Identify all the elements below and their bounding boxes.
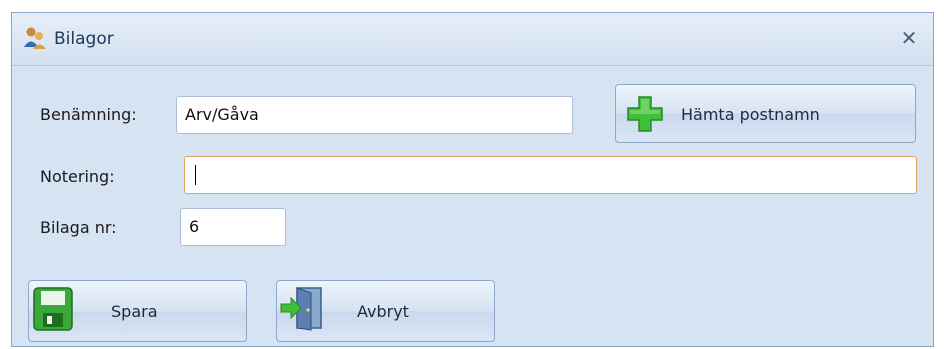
close-icon[interactable]: ✕ — [897, 26, 921, 50]
save-icon — [33, 287, 73, 335]
avbryt-label: Avbryt — [357, 302, 409, 321]
text-cursor — [195, 165, 196, 185]
notering-label: Notering: — [40, 167, 115, 186]
hamta-postnamn-button[interactable]: Hämta postnamn — [615, 84, 916, 143]
exit-door-icon — [279, 285, 325, 335]
hamta-postnamn-label: Hämta postnamn — [681, 105, 820, 124]
avbryt-button[interactable]: Avbryt — [276, 280, 495, 342]
plus-icon — [626, 95, 664, 137]
spara-label: Spara — [111, 302, 158, 321]
bilagor-dialog: Bilagor ✕ Benämning: Arv/Gåva Hämta post… — [11, 12, 934, 347]
benamning-label: Benämning: — [40, 105, 137, 124]
title-bar[interactable]: Bilagor ✕ — [12, 13, 933, 66]
window-title: Bilagor — [54, 29, 114, 49]
notering-field[interactable] — [184, 156, 917, 194]
spara-button[interactable]: Spara — [28, 280, 247, 342]
users-icon — [22, 25, 48, 51]
bilaga-nr-label: Bilaga nr: — [40, 218, 117, 237]
benamning-field[interactable]: Arv/Gåva — [176, 96, 573, 134]
bilaga-nr-field[interactable]: 6 — [180, 208, 286, 246]
